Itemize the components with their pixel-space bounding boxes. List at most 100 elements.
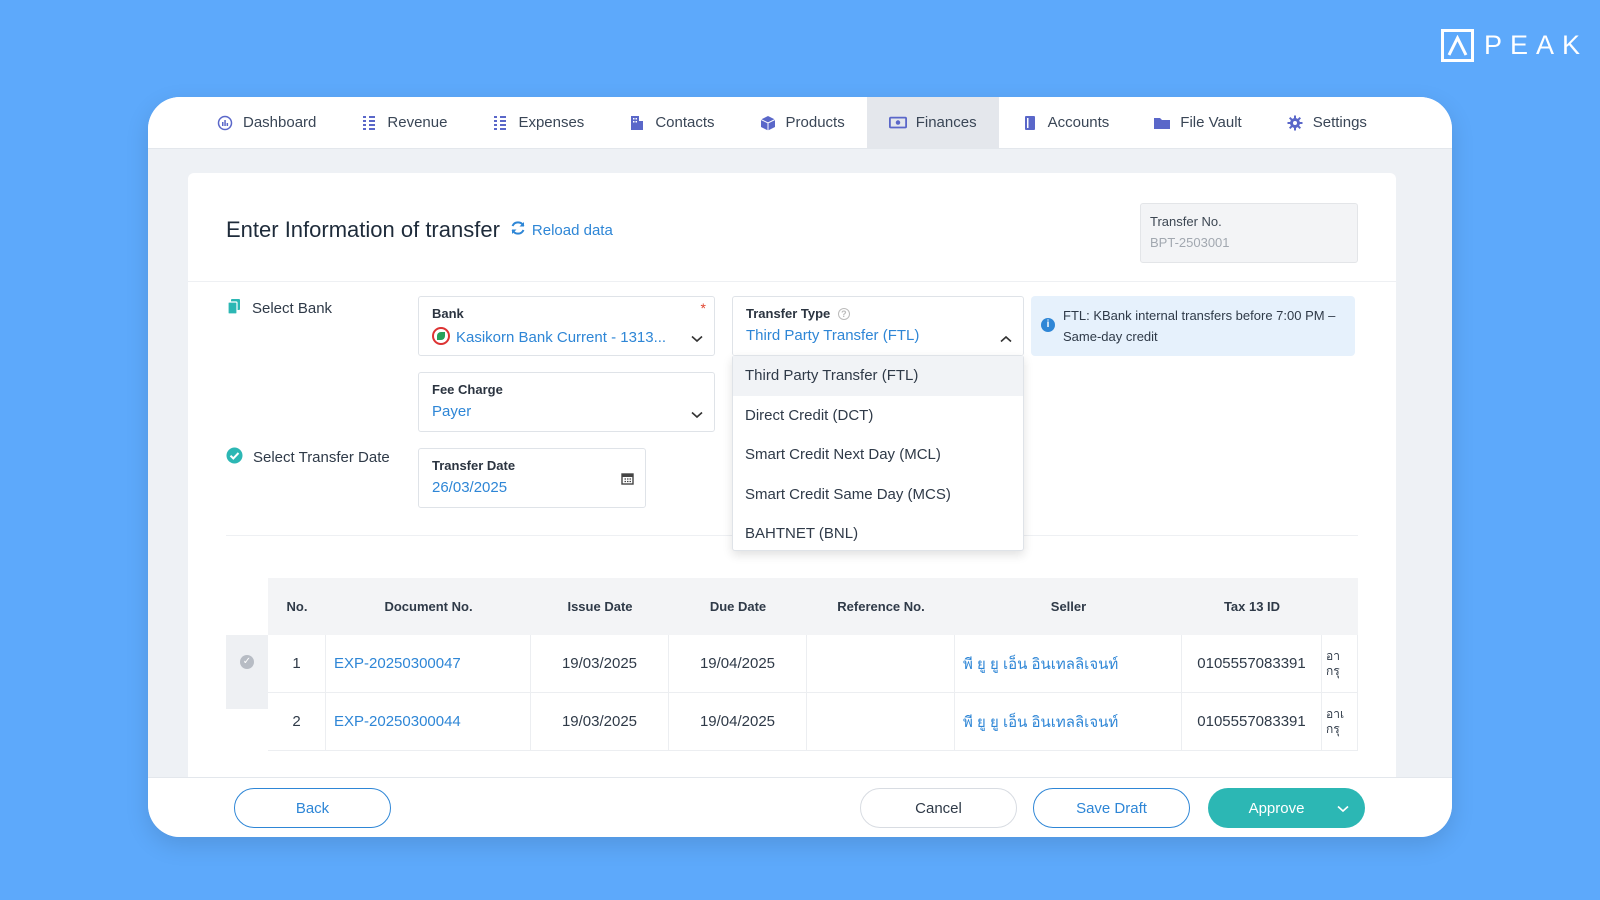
calendar-icon[interactable] bbox=[621, 472, 634, 490]
transfer-date-field-value: 26/03/2025 bbox=[432, 479, 508, 496]
approve-button[interactable]: Approve bbox=[1208, 788, 1365, 828]
help-icon[interactable]: ? bbox=[837, 308, 850, 320]
nav-label: Contacts bbox=[655, 114, 715, 131]
nav-item-accounts[interactable]: Accounts bbox=[999, 97, 1132, 148]
due-date: 19/04/2025 bbox=[669, 635, 807, 692]
chevron-up-icon bbox=[1000, 330, 1012, 348]
nav-item-expenses[interactable]: Expenses bbox=[469, 97, 606, 148]
documents-table: No. Document No. Issue Date Due Date Ref… bbox=[268, 578, 1358, 751]
nav-item-dashboard[interactable]: Dashboard bbox=[194, 97, 338, 148]
nav-item-contacts[interactable]: Contacts bbox=[606, 97, 736, 148]
tax-id: 0105557083391 bbox=[1182, 635, 1322, 692]
fee-charge-select[interactable]: Fee Charge Payer bbox=[418, 372, 715, 432]
table-row[interactable]: 1 EXP-20250300047 19/03/2025 19/04/2025 … bbox=[268, 635, 1358, 693]
select-date-section-label: Select Transfer Date bbox=[226, 447, 390, 468]
transfer-form-card: Enter Information of transfer Reload dat… bbox=[188, 173, 1396, 803]
bank-field-value-row: Kasikorn Bank Current - 1313... bbox=[432, 327, 701, 346]
nav-item-finances[interactable]: Finances bbox=[866, 97, 999, 148]
truncated-address-line: อาเ bbox=[1326, 706, 1345, 721]
info-icon: i bbox=[1041, 318, 1055, 332]
contacts-icon bbox=[628, 114, 646, 132]
chevron-down-icon bbox=[691, 330, 703, 348]
nav-label: Settings bbox=[1312, 114, 1367, 131]
revenue-icon bbox=[360, 114, 378, 132]
reference-number bbox=[807, 693, 955, 750]
row-number: 2 bbox=[268, 693, 326, 750]
nav-item-file-vault[interactable]: File Vault bbox=[1131, 97, 1263, 148]
refresh-icon bbox=[510, 220, 526, 240]
column-header: Tax 13 ID bbox=[1223, 599, 1281, 614]
dashboard-icon bbox=[216, 114, 234, 132]
transfer-type-dropdown-menu: Third Party Transfer (FTL) Direct Credit… bbox=[732, 355, 1024, 551]
chevron-down-icon[interactable] bbox=[1337, 800, 1349, 817]
reload-data-label: Reload data bbox=[531, 221, 613, 239]
expenses-icon bbox=[491, 114, 509, 132]
nav-item-settings[interactable]: Settings bbox=[1264, 97, 1389, 148]
truncated-address-line: กรุ bbox=[1326, 721, 1340, 736]
reference-number bbox=[807, 635, 955, 692]
row-select-column[interactable]: ✓ bbox=[226, 635, 268, 709]
truncated-address-line: กรุ bbox=[1326, 663, 1340, 678]
transfer-number-label: Transfer No. bbox=[1150, 214, 1222, 229]
nav-label: Revenue bbox=[387, 114, 448, 131]
issue-date: 19/03/2025 bbox=[531, 693, 669, 750]
tax-id: 0105557083391 bbox=[1182, 693, 1322, 750]
divider bbox=[188, 281, 1396, 282]
truncated-address: อา กรุ bbox=[1322, 635, 1358, 692]
fee-charge-field-value: Payer bbox=[432, 403, 472, 420]
chevron-down-icon bbox=[691, 406, 703, 424]
reload-data-button[interactable]: Reload data bbox=[510, 220, 613, 240]
action-footer: Back Cancel Save Draft Approve bbox=[148, 777, 1452, 837]
check-circle-icon: ✓ bbox=[240, 655, 254, 669]
cancel-button[interactable]: Cancel bbox=[860, 788, 1017, 828]
truncated-address: อาเ กรุ bbox=[1322, 693, 1358, 750]
dropdown-option-mcl[interactable]: Smart Credit Next Day (MCL) bbox=[733, 435, 1023, 475]
title-row: Enter Information of transfer Reload dat… bbox=[226, 217, 613, 243]
folder-icon bbox=[1153, 114, 1171, 132]
row-number: 1 bbox=[268, 635, 326, 692]
products-icon bbox=[759, 114, 777, 132]
document-number-link[interactable]: EXP-20250300047 bbox=[326, 635, 531, 692]
page-title: Enter Information of transfer bbox=[226, 217, 500, 242]
due-date: 19/04/2025 bbox=[669, 693, 807, 750]
check-circle-icon bbox=[226, 447, 243, 468]
transfer-date-field-label: Transfer Date bbox=[432, 458, 516, 473]
document-copy-icon bbox=[226, 298, 242, 319]
transfer-type-select[interactable]: Transfer Type ? Third Party Transfer (FT… bbox=[732, 296, 1024, 356]
column-header: Reference No. bbox=[837, 599, 925, 614]
gear-icon bbox=[1286, 114, 1304, 132]
table-row[interactable]: 2 EXP-20250300044 19/03/2025 19/04/2025 … bbox=[268, 693, 1358, 751]
required-marker: * bbox=[700, 300, 706, 316]
nav-label: Dashboard bbox=[243, 114, 317, 131]
accounts-icon bbox=[1021, 114, 1039, 132]
nav-item-revenue[interactable]: Revenue bbox=[338, 97, 469, 148]
approve-label: Approve bbox=[1248, 799, 1305, 817]
nav-item-products[interactable]: Products bbox=[737, 97, 867, 148]
document-number-link[interactable]: EXP-20250300044 bbox=[326, 693, 531, 750]
dropdown-option-bnl[interactable]: BAHTNET (BNL) bbox=[733, 514, 1023, 554]
save-draft-button[interactable]: Save Draft bbox=[1033, 788, 1190, 828]
kasikorn-bank-logo-icon bbox=[432, 327, 450, 345]
issue-date: 19/03/2025 bbox=[531, 635, 669, 692]
nav-label: Products bbox=[785, 114, 845, 131]
column-header: No. bbox=[286, 599, 308, 614]
bank-select[interactable]: * Bank Kasikorn Bank Current - 1313... bbox=[418, 296, 715, 356]
select-date-label: Select Transfer Date bbox=[253, 449, 390, 466]
nav-label: File Vault bbox=[1180, 114, 1242, 131]
transfer-number-box: Transfer No. BPT-2503001 bbox=[1140, 203, 1358, 263]
seller-link[interactable]: พี ยู ยู เอ็น อินเทลลิเจนท์ bbox=[955, 693, 1182, 750]
bank-field-value: Kasikorn Bank Current - 1313... bbox=[456, 329, 667, 346]
dropdown-option-mcs[interactable]: Smart Credit Same Day (MCS) bbox=[733, 475, 1023, 515]
column-header: Seller bbox=[1050, 599, 1087, 614]
transfer-type-field-value: Third Party Transfer (FTL) bbox=[746, 327, 920, 344]
select-bank-section-label: Select Bank bbox=[226, 298, 332, 319]
app-window: Dashboard Revenue Expenses Contacts Prod… bbox=[148, 97, 1452, 837]
column-header: Due Date bbox=[709, 599, 767, 614]
dropdown-option-ftl[interactable]: Third Party Transfer (FTL) bbox=[733, 356, 1023, 396]
nav-label: Finances bbox=[915, 114, 977, 131]
back-button[interactable]: Back bbox=[234, 788, 391, 828]
transfer-date-picker[interactable]: Transfer Date 26/03/2025 bbox=[418, 448, 646, 508]
seller-link[interactable]: พี ยู ยู เอ็น อินเทลลิเจนท์ bbox=[955, 635, 1182, 692]
transfer-number-value: BPT-2503001 bbox=[1150, 235, 1230, 250]
dropdown-option-dct[interactable]: Direct Credit (DCT) bbox=[733, 396, 1023, 436]
